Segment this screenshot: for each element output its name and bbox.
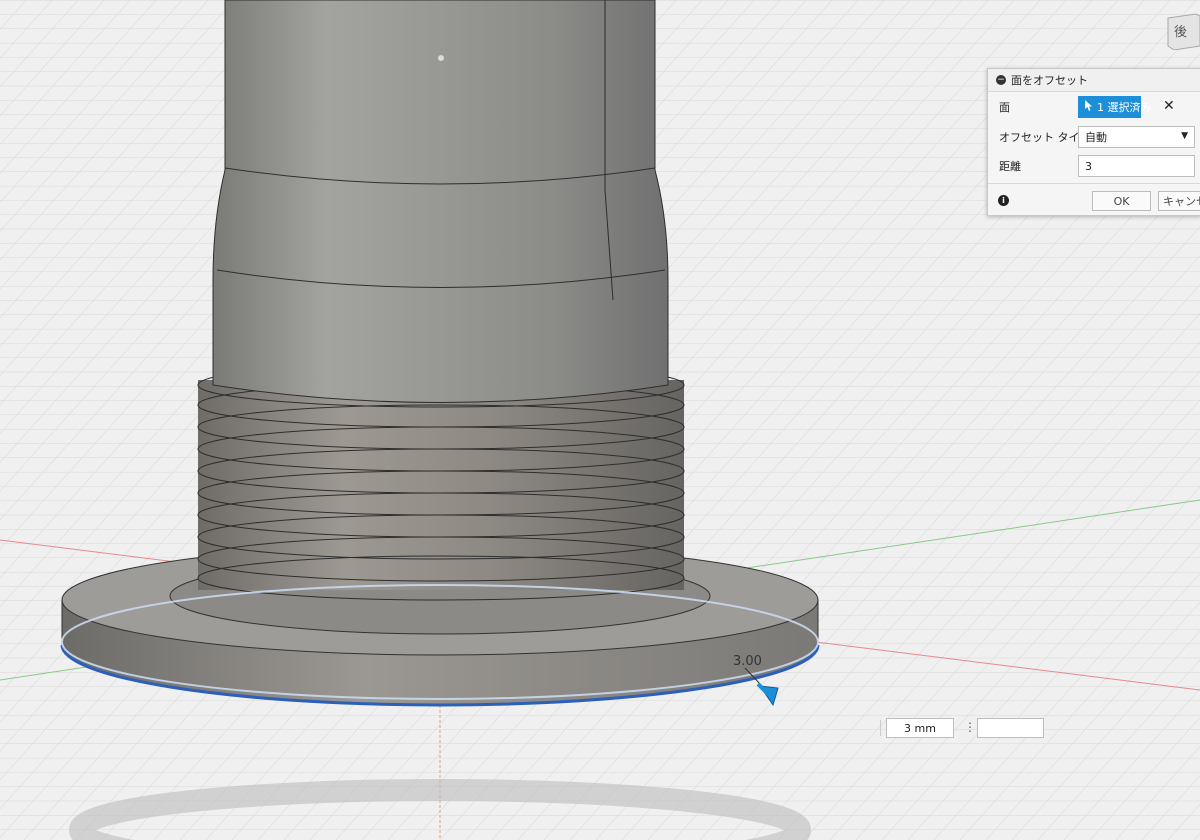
cursor-arrow-icon [1085, 100, 1093, 114]
inline-value-field[interactable]: 3 mm [886, 718, 954, 738]
dialog-footer: i OK キャンセル [988, 183, 1200, 216]
chevron-down-icon: ▼ [1181, 131, 1188, 141]
divider [880, 720, 883, 736]
offset-type-select[interactable]: 自動 ▼ [1078, 126, 1195, 148]
cylinder-body[interactable] [212, 0, 669, 403]
offset-face-dialog: − 面をオフセット 面 1 選択済み ✕ オフセット タイプ 自動 ▼ 距離 i… [987, 68, 1200, 216]
distance-input[interactable] [1078, 155, 1195, 177]
face-selection-text: 1 選択済み [1097, 101, 1152, 114]
face-row: 面 1 選択済み ✕ [988, 93, 1200, 121]
dimension-label: 3.00 [733, 654, 762, 669]
collapse-icon[interactable]: − [996, 75, 1006, 85]
distance-label: 距離 [999, 160, 1021, 173]
info-icon[interactable]: i [998, 195, 1009, 206]
ok-button[interactable]: OK [1092, 191, 1151, 211]
distance-row: 距離 [988, 152, 1200, 180]
viewcube-face-label: 後 [1174, 25, 1187, 40]
offset-type-label: オフセット タイプ [999, 131, 1091, 144]
viewcube[interactable]: 後 [1166, 10, 1200, 51]
offset-type-value: 自動 [1085, 131, 1107, 144]
cancel-button[interactable]: キャンセル [1158, 191, 1200, 211]
offset-type-row: オフセット タイプ 自動 ▼ [988, 123, 1200, 151]
clear-selection-icon[interactable]: ✕ [1163, 98, 1175, 114]
more-options-icon[interactable]: ⋮ [964, 720, 976, 734]
face-selection-button[interactable]: 1 選択済み [1078, 96, 1152, 118]
face-label: 面 [999, 101, 1010, 114]
dialog-title: 面をオフセット [1011, 74, 1088, 87]
dialog-header: − 面をオフセット [988, 69, 1200, 92]
inline-secondary-field[interactable] [977, 718, 1044, 738]
